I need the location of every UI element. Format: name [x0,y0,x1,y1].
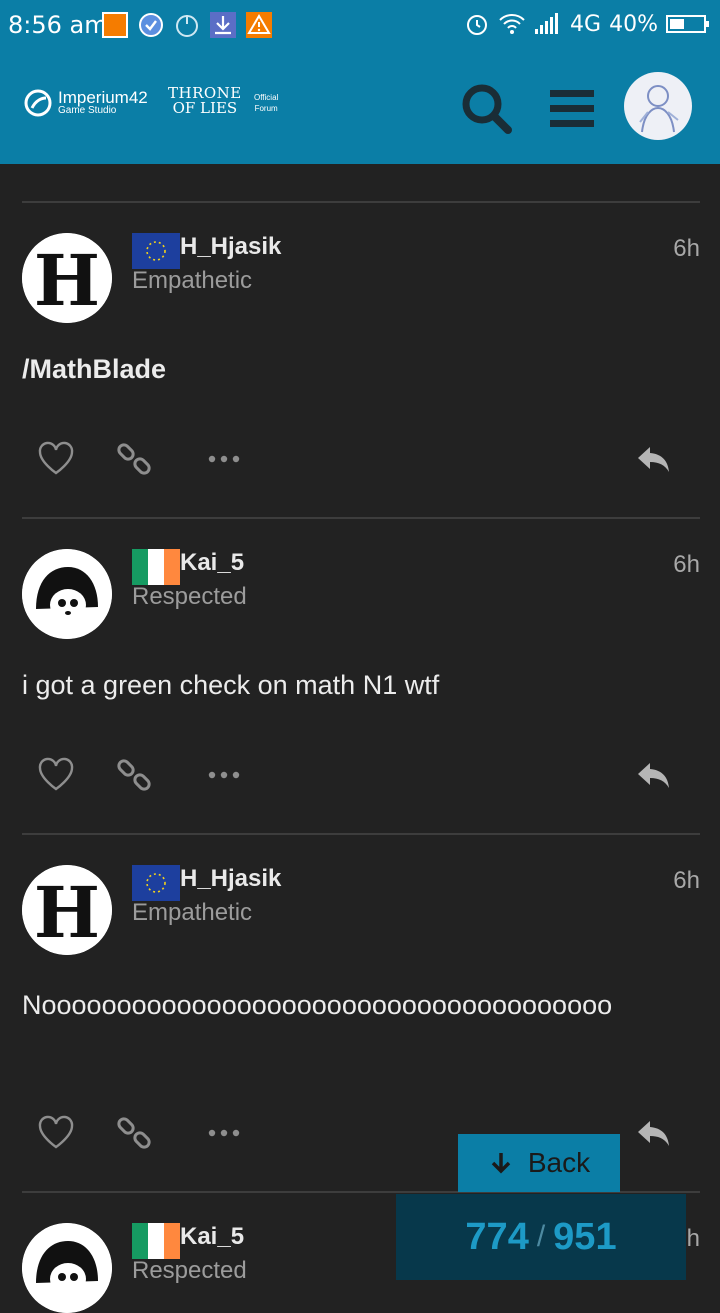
studio-name: Imperium42 [58,88,148,107]
status-time: 8:56 am [8,11,108,39]
post-body: i got a green check on math N1 wtf [22,670,440,700]
download-icon [210,12,236,38]
post-username[interactable]: H_Hjasik [180,233,281,261]
imperium42-swirl-icon [24,89,52,117]
post-divider [22,201,700,203]
official-forum-label: Official Forum [254,92,278,114]
progress-current: 774 [465,1215,529,1258]
hamburger-menu-icon[interactable] [544,80,600,136]
eu-flag-icon [132,233,180,269]
battery-percent: 40% [609,11,658,37]
power-sync-icon [176,15,198,37]
more-options-icon[interactable] [204,439,244,479]
post-user-title: Respected [132,583,247,610]
reply-icon[interactable] [634,1113,674,1153]
user-avatar[interactable]: H [22,233,112,323]
current-user-avatar[interactable] [624,72,692,140]
post-time[interactable]: 6h [673,551,700,579]
eu-flag-icon [132,865,180,901]
knight-sketch-icon [639,85,679,133]
post-divider [22,517,700,519]
arrow-down-icon [491,1153,511,1174]
like-heart-icon[interactable] [36,1113,76,1153]
svg-text:H: H [34,871,100,954]
network-type: 4G [570,11,602,37]
search-icon[interactable] [458,80,514,136]
back-button-label: Back [527,1147,591,1178]
forum-label-line1: Official [254,93,279,102]
svg-text:H: H [34,239,100,322]
alarm-icon [467,15,488,35]
back-button[interactable]: Back [458,1134,620,1192]
throne-of-lies-logo[interactable]: THRONE OF LIES [168,86,242,116]
share-link-icon[interactable] [114,439,154,479]
reply-icon[interactable] [634,755,674,795]
post-body: /MathBlade [22,354,167,384]
hooded-character-avatar-icon [22,549,112,639]
mi-app-icon [102,12,128,38]
more-options-icon[interactable] [204,1113,244,1153]
wifi-icon [499,14,525,34]
topic-progress[interactable]: 774 / 951 [396,1194,686,1280]
gothic-h-avatar-icon: H [22,233,112,323]
post-body: Noooooooooooooooooooooooooooooooooooooo [22,990,613,1020]
progress-total: 951 [553,1215,617,1258]
post-time[interactable]: 6h [673,867,700,895]
like-heart-icon[interactable] [36,755,76,795]
warning-icon [246,12,272,38]
post-time[interactable]: 6h [673,235,700,263]
user-avatar[interactable] [22,1223,112,1313]
post-user-title: Respected [132,1257,247,1284]
post-divider [22,833,700,835]
ireland-flag-icon [132,1223,180,1259]
ireland-flag-icon [132,549,180,585]
post-time[interactable]: h [687,1225,700,1253]
gothic-h-avatar-icon: H [22,865,112,955]
imperium42-logo[interactable]: Imperium42 Game Studio [22,88,148,118]
battery-icon [666,15,709,33]
user-avatar[interactable]: H [22,865,112,955]
post-user-title: Empathetic [132,267,253,294]
post-user-title: Empathetic [132,899,253,926]
status-bar: 8:56 am 4G 40% [0,0,720,52]
user-avatar[interactable] [22,549,112,639]
reply-icon[interactable] [634,439,674,479]
more-options-icon[interactable] [204,755,244,795]
progress-separator: / [536,1220,546,1253]
like-heart-icon[interactable] [36,439,76,479]
share-link-icon[interactable] [114,755,154,795]
post-username[interactable]: H_Hjasik [180,865,281,893]
post-username[interactable]: Kai_5 [180,1223,244,1251]
post-username[interactable]: Kai_5 [180,549,244,577]
signal-icon [535,13,559,34]
game-logo-line2: OF LIES [172,99,238,117]
forum-label-line2: Forum [254,104,278,113]
hooded-character-avatar-icon [22,1223,112,1313]
site-header: Imperium42 Game Studio THRONE OF LIES Of… [0,52,720,164]
share-link-icon[interactable] [114,1113,154,1153]
checkmark-badge-icon [139,13,163,37]
studio-subtitle: Game Studio [58,105,117,116]
